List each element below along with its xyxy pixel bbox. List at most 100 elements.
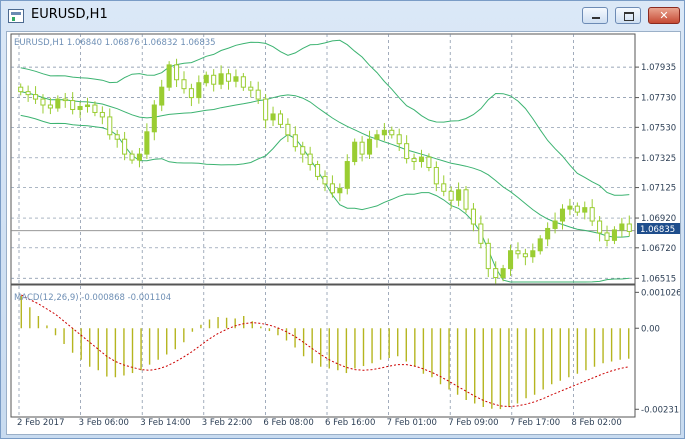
candle-body bbox=[174, 64, 180, 81]
candle-body bbox=[366, 138, 373, 155]
candle-body bbox=[574, 205, 580, 213]
y-tick-label: 1.07325 bbox=[641, 154, 676, 164]
candle-body bbox=[426, 156, 432, 168]
candle-body bbox=[248, 86, 254, 91]
close-button[interactable] bbox=[648, 7, 680, 24]
candle-body bbox=[597, 220, 603, 234]
candle-body bbox=[144, 131, 150, 155]
candle-body bbox=[151, 104, 157, 133]
candle-body bbox=[374, 134, 380, 140]
y-tick-label: 1.06515 bbox=[641, 274, 676, 284]
candle-body bbox=[396, 134, 402, 145]
candle-body bbox=[277, 113, 284, 125]
macd-y-tick-label: 0.00 bbox=[641, 324, 660, 334]
current-price-tag: 1.06835 bbox=[637, 223, 680, 235]
candle-body bbox=[315, 164, 321, 177]
chart-area[interactable]: 2 Feb 2017 3 Feb 06:00 3 Feb 14:00 3 Feb 22… bbox=[6, 31, 681, 435]
candle-body bbox=[129, 153, 135, 161]
maximize-button[interactable] bbox=[615, 7, 641, 24]
candle-body bbox=[478, 223, 484, 244]
candle-body bbox=[567, 205, 573, 210]
candle-body bbox=[62, 98, 68, 102]
x-tick-label: 6 Feb 08:00 bbox=[263, 418, 313, 428]
candle-body bbox=[55, 98, 61, 109]
candle-body bbox=[589, 207, 595, 222]
candle-body bbox=[263, 98, 269, 121]
bollinger-middle-line bbox=[20, 91, 630, 238]
candle-body bbox=[18, 86, 24, 93]
candle-body bbox=[107, 116, 113, 136]
candle-body bbox=[122, 138, 128, 155]
x-tick-label: 7 Feb 09:00 bbox=[448, 418, 498, 428]
candle-body bbox=[463, 189, 469, 210]
candle-body bbox=[433, 166, 439, 185]
candle-body bbox=[92, 104, 98, 113]
candle-body bbox=[352, 141, 358, 163]
x-tick-label: 2 Feb 2017 bbox=[17, 418, 65, 428]
title-bar[interactable]: EURUSD,H1 bbox=[1, 1, 684, 31]
candle-body bbox=[285, 123, 291, 136]
candle-body bbox=[329, 183, 335, 194]
x-tick-label: 7 Feb 01:00 bbox=[387, 418, 437, 428]
macd-signal-line bbox=[21, 294, 629, 408]
candle-body bbox=[70, 100, 76, 110]
y-tick-label: 1.06920 bbox=[641, 214, 676, 224]
candle-body bbox=[545, 227, 551, 240]
x-tick-label: 3 Feb 06:00 bbox=[79, 418, 129, 428]
candle-body bbox=[218, 73, 224, 85]
candle-body bbox=[441, 183, 447, 192]
terminal-chart-window: EURUSD,H1 2 Feb 2017 3 Feb 06:00 3 Feb 14:… bbox=[0, 0, 685, 439]
candle-body bbox=[47, 104, 53, 109]
candle-body bbox=[25, 91, 31, 96]
y-tick-label: 1.07730 bbox=[641, 94, 676, 104]
candle-body bbox=[344, 161, 350, 189]
candle-body bbox=[515, 250, 521, 255]
candle-body bbox=[159, 86, 165, 106]
candle-body bbox=[292, 134, 298, 148]
candle-body bbox=[240, 76, 246, 88]
candle-body bbox=[418, 156, 425, 163]
candle-body bbox=[485, 242, 491, 270]
macd-indicator: 0.001026 0.00 -0.002315 bbox=[20, 288, 680, 415]
x-tick-label: 3 Feb 14:00 bbox=[140, 418, 190, 428]
price-axis: 1.07935 1.07730 1.07530 1.07325 1.07125 1.069… bbox=[641, 63, 676, 284]
candle-body bbox=[470, 208, 476, 225]
candle-body bbox=[530, 250, 536, 258]
candle-body bbox=[307, 153, 313, 166]
candle-body bbox=[84, 104, 91, 108]
candle-body bbox=[211, 74, 217, 85]
chart-grid: 2 Feb 2017 3 Feb 06:00 3 Feb 14:00 3 Feb 22… bbox=[10, 33, 639, 428]
macd-y-tick-label: -0.002315 bbox=[641, 405, 680, 415]
minimize-button[interactable] bbox=[582, 7, 608, 24]
x-tick-label: 6 Feb 16:00 bbox=[325, 418, 375, 428]
candle-body bbox=[537, 238, 543, 252]
candle-body bbox=[619, 223, 625, 231]
macd-y-tick-label: 0.001026 bbox=[641, 288, 680, 298]
candle-body bbox=[270, 113, 276, 121]
candle-body bbox=[181, 79, 187, 90]
candle-body bbox=[33, 94, 39, 100]
candle-body bbox=[611, 229, 617, 241]
candle-body bbox=[77, 106, 83, 110]
candle-body bbox=[508, 250, 514, 270]
candle-body bbox=[188, 88, 194, 99]
bollinger-lower-line bbox=[20, 114, 630, 283]
candle-body bbox=[404, 143, 410, 160]
candle-body bbox=[559, 208, 566, 222]
current-price-label: 1.06835 bbox=[640, 225, 675, 235]
candle-body bbox=[136, 153, 142, 161]
candle-body bbox=[233, 76, 239, 82]
candle-body bbox=[114, 134, 120, 140]
x-tick-label: 7 Feb 17:00 bbox=[510, 418, 560, 428]
candle-body bbox=[626, 223, 632, 232]
candle-body bbox=[255, 89, 261, 100]
candle-body bbox=[522, 253, 528, 258]
candle-body bbox=[99, 111, 105, 118]
chart-canvas[interactable]: 2 Feb 2017 3 Feb 06:00 3 Feb 14:00 3 Feb 22… bbox=[7, 32, 680, 434]
candle-body bbox=[225, 73, 232, 82]
y-tick-label: 1.07125 bbox=[641, 184, 676, 194]
candle-body bbox=[381, 129, 387, 136]
x-tick-label: 3 Feb 22:00 bbox=[202, 418, 252, 428]
candle-body bbox=[203, 74, 209, 84]
candle-body bbox=[389, 129, 395, 136]
